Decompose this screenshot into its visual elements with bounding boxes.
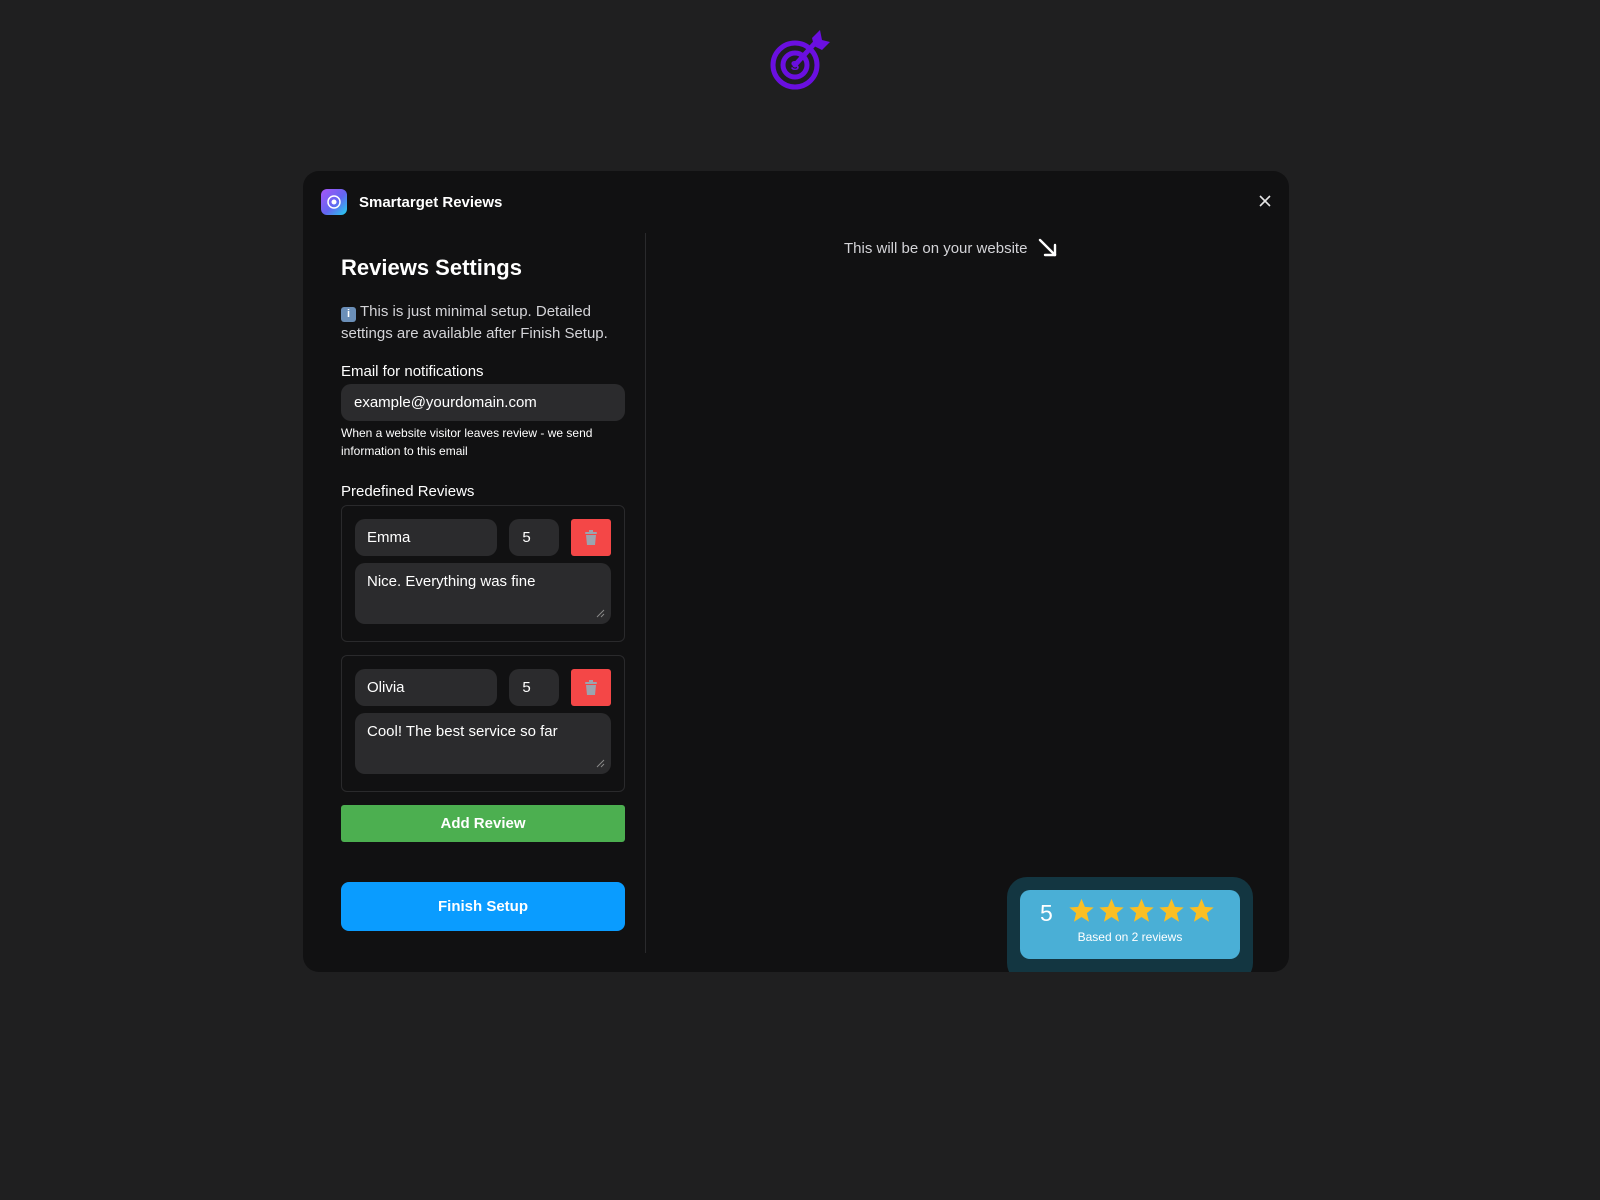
review-text-value: Cool! The best service so far <box>367 723 558 740</box>
app-title: Smartarget Reviews <box>359 193 503 211</box>
review-text-value: Nice. Everything was fine <box>367 573 536 590</box>
review-text-area[interactable]: Nice. Everything was fine <box>355 563 611 624</box>
page-title: Reviews Settings <box>341 255 522 280</box>
finish-setup-button[interactable]: Finish Setup <box>341 882 625 931</box>
review-card: Emma 5 Nice. Everything was fine <box>341 505 625 642</box>
preview-caption-text: This will be on your website <box>844 239 1028 257</box>
setup-modal: Smartarget Reviews Reviews Settings i Thi… <box>303 171 1289 972</box>
add-review-button[interactable]: Add Review <box>341 805 625 842</box>
widget-stars <box>1068 897 1218 924</box>
trash-icon <box>585 679 598 695</box>
trash-icon <box>585 529 598 545</box>
reviewer-name-input[interactable]: Emma <box>355 519 498 556</box>
star-icon <box>1099 898 1124 922</box>
app-icon <box>321 189 347 215</box>
widget-score: 5 <box>1040 900 1053 926</box>
close-icon <box>1259 195 1271 207</box>
delete-review-button[interactable] <box>571 519 611 556</box>
delete-review-button[interactable] <box>571 669 611 706</box>
panel-divider <box>645 233 646 953</box>
reviews-widget[interactable]: 5 Based on 2 reviews <box>1007 877 1253 972</box>
info-text: This is just minimal setup. Detailed set… <box>341 303 608 342</box>
star-icon <box>1129 898 1154 922</box>
rating-value: 5 <box>522 529 531 546</box>
info-note: i This is just minimal setup. Detailed se… <box>341 301 625 345</box>
email-field[interactable]: example@yourdomain.com <box>341 384 625 421</box>
modal-header: Smartarget Reviews <box>321 189 502 215</box>
star-icon <box>1189 898 1214 922</box>
reviewer-name-input[interactable]: Olivia <box>355 669 498 706</box>
brand-logo-icon: S <box>766 28 832 94</box>
reviews-widget-badge[interactable]: 5 Based on 2 reviews <box>1020 890 1240 959</box>
review-card: Olivia 5 Cool! The best service so far <box>341 655 625 792</box>
star-icon <box>1159 898 1184 922</box>
email-value: example@yourdomain.com <box>354 394 537 411</box>
preview-caption: This will be on your website <box>844 237 1059 259</box>
reviewer-name-value: Olivia <box>367 679 405 696</box>
svg-text:S: S <box>791 58 800 73</box>
email-label: Email for notifications <box>341 363 484 380</box>
star-icon <box>1069 898 1094 922</box>
widget-caption: Based on 2 reviews <box>1077 930 1183 944</box>
info-icon: i <box>341 307 356 322</box>
resize-grip-icon[interactable] <box>595 608 605 618</box>
review-text-area[interactable]: Cool! The best service so far <box>355 713 611 774</box>
resize-grip-icon[interactable] <box>595 758 605 768</box>
rating-input[interactable]: 5 <box>509 669 560 706</box>
predefined-reviews-label: Predefined Reviews <box>341 483 475 500</box>
close-button[interactable] <box>1255 191 1275 211</box>
rating-input[interactable]: 5 <box>509 519 560 556</box>
rating-value: 5 <box>522 679 531 696</box>
email-help-text: When a website visitor leaves review - w… <box>341 426 593 458</box>
reviewer-name-value: Emma <box>367 529 411 546</box>
arrow-down-right-icon <box>1039 238 1057 257</box>
settings-panel: Reviews Settings i This is just minimal s… <box>341 231 625 931</box>
